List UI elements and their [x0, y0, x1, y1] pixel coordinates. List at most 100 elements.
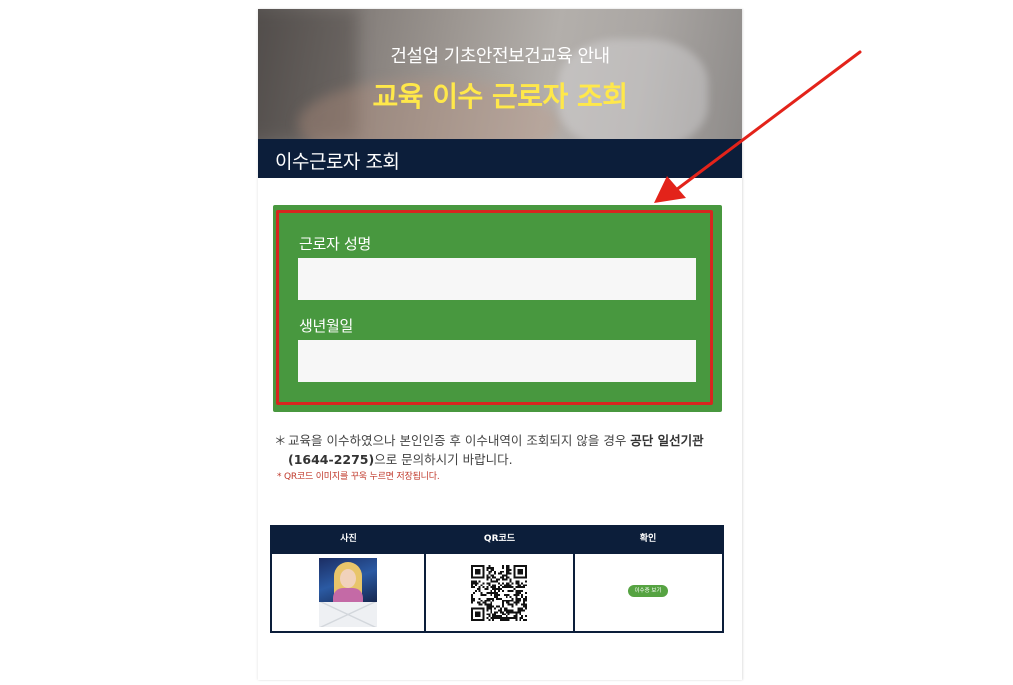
qr-module — [523, 605, 526, 608]
qr-module — [488, 607, 491, 610]
qr-module — [496, 597, 499, 600]
qr-module — [486, 568, 489, 571]
qr-module — [505, 586, 508, 589]
qr-module — [521, 615, 524, 618]
qr-module — [498, 588, 500, 591]
qr-module — [501, 570, 504, 573]
qr-module — [478, 603, 481, 606]
qr-module — [525, 615, 527, 618]
qr-module — [498, 578, 500, 581]
qr-module — [471, 599, 473, 602]
qr-module — [476, 582, 479, 585]
qr-module — [509, 578, 512, 581]
qr-module — [488, 584, 491, 587]
qr-module — [509, 568, 512, 571]
qr-module — [494, 607, 497, 610]
qr-module — [523, 619, 526, 621]
qr-module — [525, 599, 527, 602]
qr-module — [501, 611, 504, 614]
qr-module — [501, 605, 504, 608]
qr-module — [501, 576, 504, 579]
birth-date-input[interactable] — [298, 340, 696, 382]
qr-module — [505, 593, 508, 596]
qr-code[interactable] — [471, 565, 527, 621]
qr-module — [472, 599, 475, 602]
qr-module — [519, 617, 522, 620]
qr-module — [492, 584, 495, 587]
qr-module — [525, 603, 527, 606]
qr-module — [490, 568, 493, 571]
qr-module — [488, 603, 491, 606]
qr-module — [492, 566, 495, 569]
qr-module — [480, 592, 483, 594]
qr-module — [499, 570, 502, 573]
table-column-divider — [573, 552, 575, 631]
qr-module — [490, 593, 493, 596]
qr-module — [499, 617, 502, 620]
qr-module — [509, 586, 512, 589]
qr-module — [496, 593, 499, 596]
qr-module — [488, 566, 491, 569]
worker-name-input[interactable] — [298, 258, 696, 300]
qr-module — [523, 584, 526, 587]
qr-module — [509, 609, 512, 612]
qr-module — [490, 597, 493, 600]
qr-module — [501, 603, 504, 606]
qr-module — [507, 565, 510, 567]
qr-module — [486, 574, 489, 577]
qr-module — [521, 609, 524, 612]
qr-module — [490, 586, 493, 589]
qr-module — [472, 586, 475, 589]
view-certificate-button[interactable]: 이수증 보기 — [628, 585, 668, 597]
qr-module — [494, 584, 497, 587]
qr-module — [501, 582, 504, 585]
qr-module — [525, 580, 527, 583]
qr-module — [486, 609, 489, 612]
qr-module — [486, 613, 489, 616]
qr-module — [494, 615, 497, 618]
header-qr: QR코드 — [483, 534, 516, 544]
qr-module — [501, 613, 504, 616]
result-table: 사진 QR코드 확인 이수증 보기 — [270, 525, 724, 633]
qr-module — [482, 586, 485, 589]
qr-module — [494, 593, 497, 596]
qr-module — [496, 617, 499, 620]
qr-module — [507, 609, 510, 612]
qr-module — [478, 597, 481, 600]
photo-face — [340, 569, 356, 588]
qr-module — [498, 586, 500, 589]
qr-module — [505, 609, 508, 612]
qr-module — [525, 607, 527, 610]
qr-module — [503, 613, 506, 616]
lookup-form: 근로자 성명 생년월일 — [273, 205, 722, 412]
qr-module — [486, 566, 489, 569]
qr-module — [509, 603, 512, 606]
qr-module — [492, 592, 495, 594]
qr-module — [515, 590, 518, 593]
qr-module — [498, 582, 500, 585]
qr-module — [519, 613, 522, 616]
qr-module — [486, 576, 489, 579]
qr-module — [482, 601, 485, 604]
qr-module — [517, 582, 520, 585]
qr-module — [501, 590, 504, 593]
qr-module — [490, 617, 493, 620]
qr-module — [517, 609, 520, 612]
qr-module — [503, 599, 506, 602]
qr-module — [499, 584, 502, 587]
qr-module — [521, 607, 524, 610]
qr-module — [498, 617, 500, 620]
qr-module — [490, 590, 493, 593]
qr-module — [486, 617, 489, 620]
qr-module — [488, 613, 491, 616]
qr-module — [511, 582, 514, 585]
qr-module — [478, 601, 481, 604]
table-column-divider — [424, 552, 426, 631]
qr-module — [498, 597, 500, 600]
qr-module — [488, 572, 491, 575]
qr-module — [490, 574, 493, 577]
qr-module — [507, 619, 510, 621]
qr-module — [490, 605, 493, 608]
section-title: 이수근로자 조회 — [275, 151, 400, 173]
qr-module — [499, 615, 502, 618]
